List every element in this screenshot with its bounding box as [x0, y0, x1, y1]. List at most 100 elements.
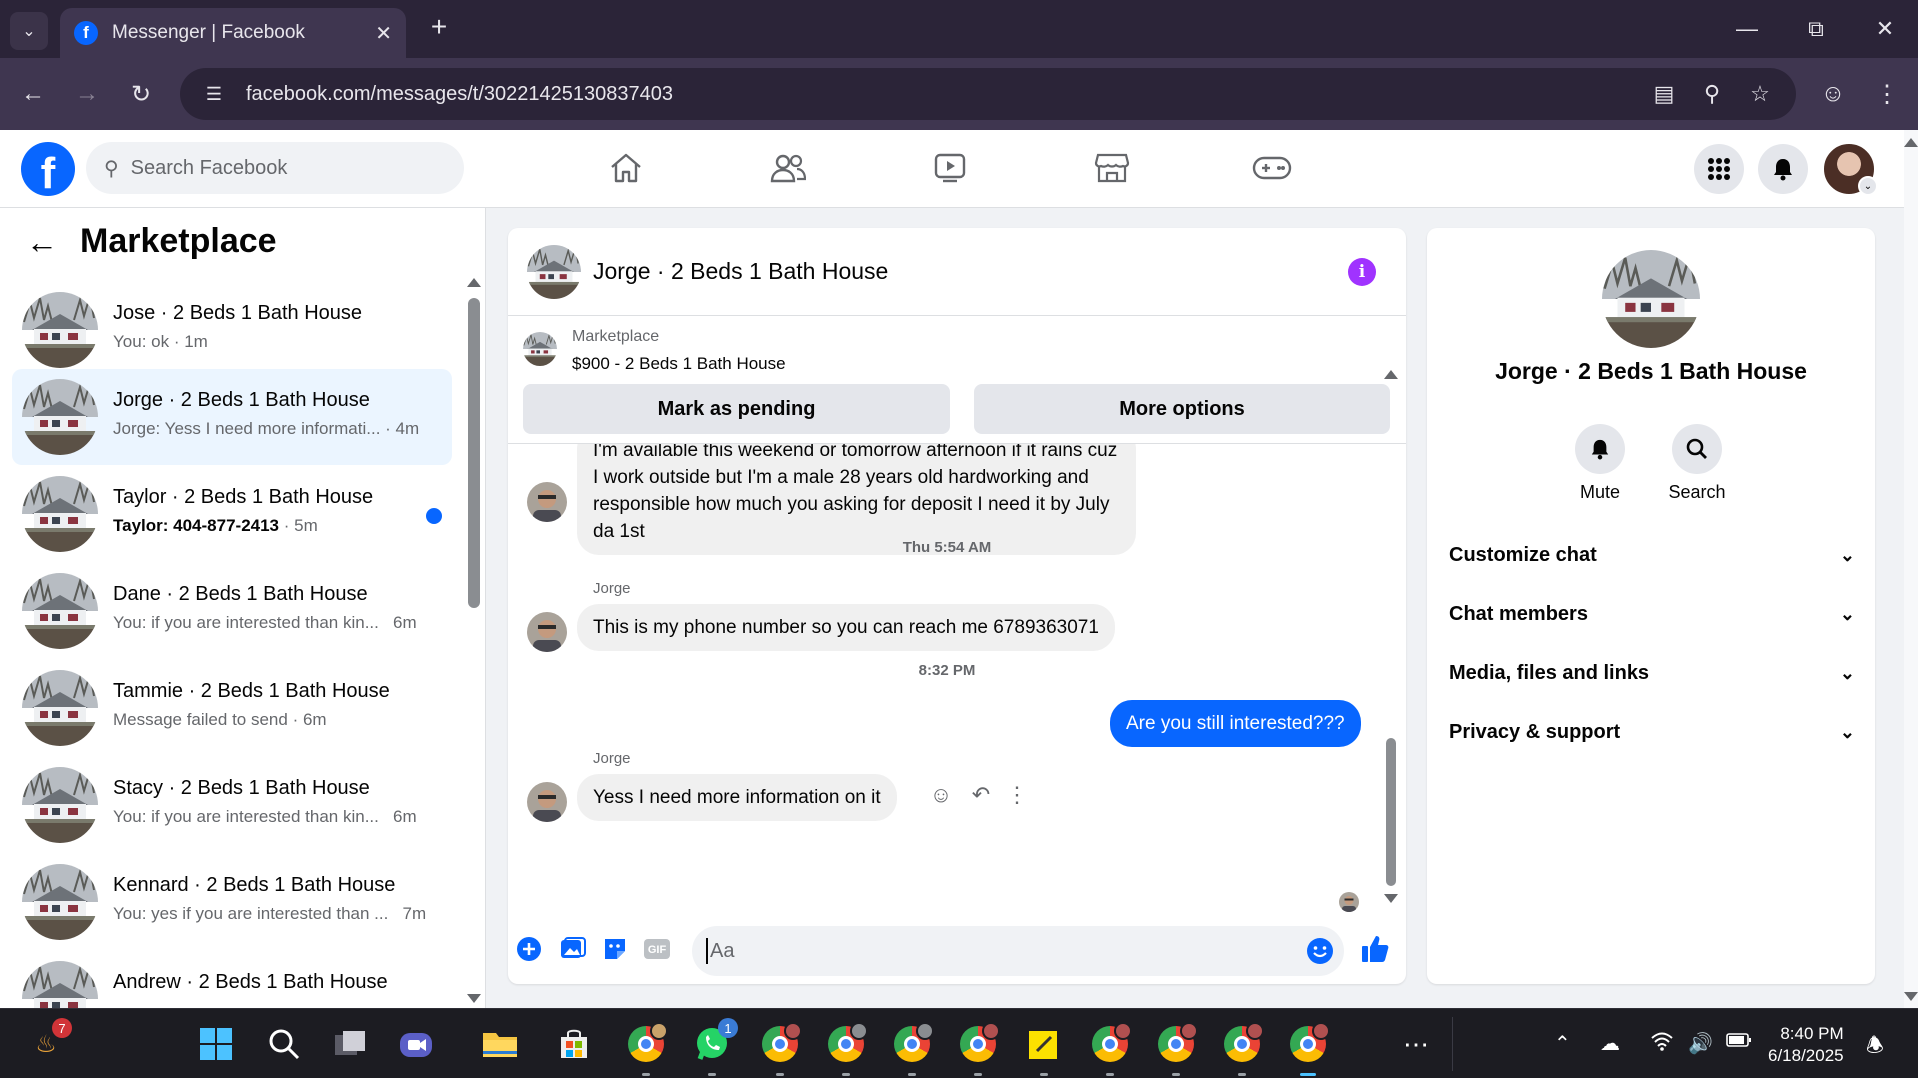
conversation-item[interactable]: Dane · 2 Beds 1 Bath House You: if you a… [12, 563, 452, 659]
sticker-icon[interactable] [598, 932, 632, 966]
friends-nav-icon[interactable] [766, 148, 810, 188]
new-tab-button[interactable]: + [424, 11, 454, 42]
chrome-profile-icon[interactable] [1288, 1022, 1330, 1064]
start-menu-icon[interactable] [196, 1024, 236, 1064]
facebook-logo[interactable]: f [21, 142, 75, 196]
conversation-item[interactable]: Kennard · 2 Beds 1 Bath House You: yes i… [12, 854, 452, 950]
mute-button[interactable]: Mute [1550, 424, 1650, 503]
plus-icon[interactable] [512, 932, 546, 966]
conversation-item[interactable]: Taylor · 2 Beds 1 Bath House Taylor: 404… [12, 466, 452, 562]
teams-chat-icon[interactable] [396, 1024, 436, 1064]
listing-avatar[interactable] [1602, 250, 1700, 348]
video-nav-icon[interactable] [928, 148, 972, 188]
browser-menu-icon[interactable]: ⋮ [1870, 77, 1904, 111]
chrome-profile-icon[interactable] [1222, 1022, 1264, 1064]
mark-as-pending-button[interactable]: Mark as pending [523, 384, 950, 434]
address-bar[interactable]: ☰ facebook.com/messages/t/30221425130837… [180, 68, 1796, 120]
sender-avatar[interactable] [527, 612, 567, 652]
conversation-item[interactable]: Jose · 2 Beds 1 Bath House You: ok · 1m [12, 282, 452, 378]
scroll-down-arrow-icon[interactable] [1384, 894, 1398, 903]
chrome-profile-icon[interactable] [1156, 1022, 1198, 1064]
sticky-notes-icon[interactable] [1024, 1024, 1064, 1064]
chat-title[interactable]: Jorge · 2 Beds 1 Bath House [593, 258, 888, 285]
scroll-up-arrow-icon[interactable] [1384, 370, 1398, 379]
facebook-search[interactable]: ⚲ Search Facebook [86, 142, 464, 194]
chrome-profile-icon[interactable] [1090, 1022, 1132, 1064]
forward-button[interactable]: → [70, 77, 104, 111]
notifications-bell-icon[interactable] [1758, 144, 1808, 194]
conversation-item[interactable]: Jorge · 2 Beds 1 Bath House Jorge: Yess … [12, 369, 452, 465]
chrome-profile-icon[interactable] [826, 1022, 868, 1064]
chat-avatar[interactable] [527, 245, 581, 299]
tab-search-button[interactable]: ⌄ [10, 12, 48, 50]
marketplace-nav-icon[interactable] [1090, 148, 1134, 188]
scroll-down-arrow-icon[interactable] [467, 994, 481, 1003]
chat-members-row[interactable]: Chat members ⌄ [1449, 590, 1855, 638]
onedrive-icon[interactable]: ☁ [1600, 1031, 1620, 1056]
search-label: Search [1668, 482, 1726, 502]
scroll-up-arrow-icon[interactable] [467, 278, 481, 287]
react-emoji-icon[interactable]: ☺ [926, 780, 956, 810]
more-apps-icon[interactable]: ⋯ [1396, 1024, 1436, 1064]
microsoft-store-icon[interactable] [554, 1024, 594, 1064]
message-text-field[interactable] [710, 939, 1270, 963]
more-actions-icon[interactable]: ⋮ [1002, 780, 1032, 810]
wifi-icon[interactable] [1650, 1031, 1674, 1057]
profile-icon[interactable]: ☺ [1816, 77, 1850, 111]
close-window-button[interactable]: ✕ [1870, 14, 1900, 44]
close-tab-icon[interactable]: ✕ [375, 21, 392, 46]
account-caret-icon[interactable]: ⌄ [1858, 176, 1878, 196]
scroll-up-arrow-icon[interactable] [1904, 138, 1918, 147]
chrome-profile-icon[interactable] [958, 1022, 1000, 1064]
site-info-icon[interactable]: ☰ [200, 80, 228, 108]
chrome-profile-icon[interactable] [760, 1022, 802, 1064]
more-options-button[interactable]: More options [974, 384, 1390, 434]
gif-icon[interactable]: GIF [640, 932, 674, 966]
customize-chat-row[interactable]: Customize chat ⌄ [1449, 531, 1855, 579]
install-app-icon[interactable]: ▤ [1648, 78, 1680, 110]
chat-scrollbar[interactable] [1386, 738, 1396, 886]
home-nav-icon[interactable] [604, 148, 648, 188]
notification-bell-icon[interactable]: 🕭 [1866, 1031, 1884, 1065]
conversation-item[interactable]: Andrew · 2 Beds 1 Bath House [12, 951, 452, 1008]
sender-avatar[interactable] [527, 482, 567, 522]
menu-grid-icon[interactable] [1694, 144, 1744, 194]
taskbar-search-icon[interactable] [264, 1024, 304, 1064]
reply-icon[interactable]: ↶ [966, 780, 996, 810]
privacy-support-row[interactable]: Privacy & support ⌄ [1449, 708, 1855, 756]
page-scrollbar[interactable] [1904, 130, 1918, 1008]
minimize-button[interactable]: — [1732, 14, 1762, 44]
chrome-profile-icon[interactable] [892, 1022, 934, 1064]
show-hidden-icons-icon[interactable]: ⌃ [1554, 1031, 1571, 1056]
media-files-links-row[interactable]: Media, files and links ⌄ [1449, 649, 1855, 697]
info-icon[interactable]: i [1348, 258, 1376, 286]
system-clock[interactable]: 8:40 PM 6/18/2025 [1768, 1023, 1844, 1067]
scroll-down-arrow-icon[interactable] [1904, 992, 1918, 1001]
sender-avatar[interactable] [527, 782, 567, 822]
back-button[interactable]: ← [16, 77, 50, 111]
browser-tab-messenger[interactable]: f Messenger | Facebook ✕ [60, 8, 406, 58]
file-explorer-icon[interactable] [480, 1024, 520, 1064]
bookmark-star-icon[interactable]: ☆ [1744, 78, 1776, 110]
photo-icon[interactable] [556, 932, 590, 966]
battery-icon[interactable] [1726, 1031, 1752, 1054]
conversation-item[interactable]: Stacy · 2 Beds 1 Bath House You: if you … [12, 757, 452, 853]
back-arrow-icon[interactable]: ← [26, 226, 58, 258]
zoom-icon[interactable]: ⚲ [1696, 78, 1728, 110]
restore-button[interactable]: ⧉ [1801, 14, 1831, 44]
gaming-nav-icon[interactable] [1250, 148, 1294, 188]
sidebar-scrollbar[interactable] [468, 298, 480, 608]
message-input[interactable] [692, 926, 1344, 976]
emoji-icon[interactable] [1306, 937, 1334, 970]
volume-icon[interactable]: 🔊 [1688, 1031, 1713, 1056]
conversation-item[interactable]: Tammie · 2 Beds 1 Bath House Message fai… [12, 660, 452, 756]
chrome-profile-icon[interactable] [626, 1022, 668, 1064]
reload-button[interactable]: ↻ [124, 77, 158, 111]
listing-thumbnail[interactable] [523, 332, 557, 366]
task-view-icon[interactable] [330, 1024, 370, 1064]
search-in-conversation-button[interactable]: Search [1647, 424, 1747, 503]
thumbs-up-icon[interactable] [1358, 932, 1392, 966]
whatsapp-icon[interactable]: 1 [692, 1018, 738, 1064]
listing-title[interactable]: $900 - 2 Beds 1 Bath House [572, 354, 786, 374]
widgets-icon[interactable]: ♨ 7 [26, 1018, 72, 1064]
